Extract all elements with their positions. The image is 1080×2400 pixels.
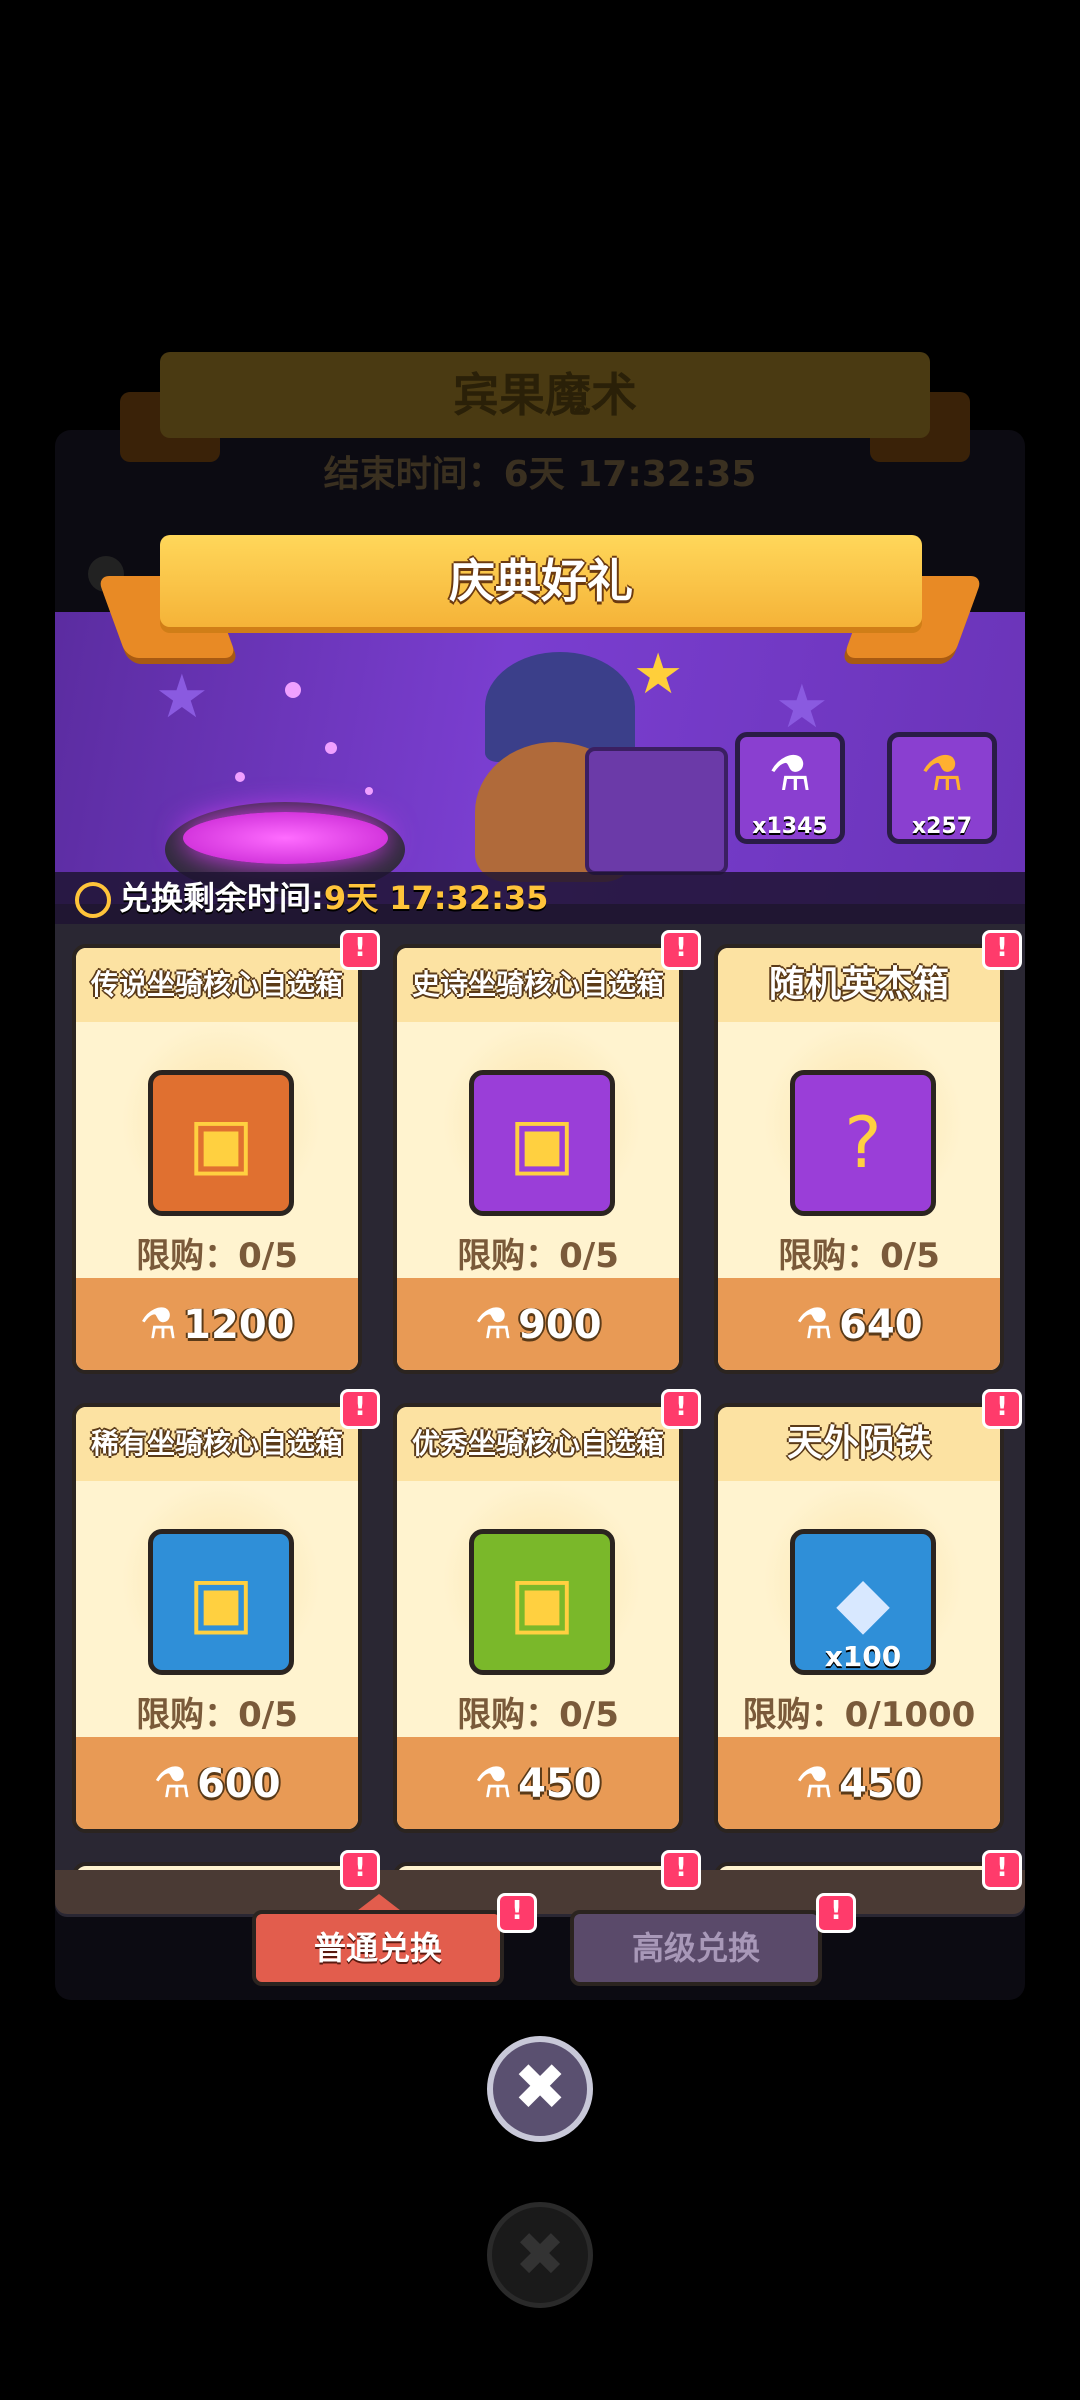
price-value: 1200 <box>183 1302 295 1348</box>
hat-star-icon: ★ <box>633 642 684 707</box>
panel-bottom-bar <box>55 1870 1025 1914</box>
meteorite-crystal-icon: ◆ x100 <box>790 1529 936 1675</box>
mystery-hero-chest-icon: ? <box>790 1070 936 1216</box>
bubble <box>235 772 245 782</box>
uncommon-chest-icon: ▣ <box>469 1529 615 1675</box>
item-name: 天外陨铁 <box>718 1407 1000 1481</box>
bubble <box>365 787 373 795</box>
item-limit: 限购：0/5 <box>136 1236 298 1276</box>
currency-purple-potion[interactable]: ⚗ x1345 <box>735 732 845 844</box>
item-name: 稀有坐骑核心自选箱 <box>76 1407 358 1481</box>
alert-badge-icon: ! <box>982 1850 1022 1890</box>
cauldron-liquid <box>183 812 388 864</box>
purple-potion-icon: ⚗ <box>768 746 812 802</box>
bubble <box>325 742 337 754</box>
alert-badge-icon: ! <box>340 930 380 970</box>
item-price-button[interactable]: ⚗ 640 <box>718 1278 1000 1370</box>
currency-orange-potion[interactable]: ⚗ x257 <box>887 732 997 844</box>
alert-badge-icon: ! <box>661 1389 701 1429</box>
item-limit: 限购：0/5 <box>136 1695 298 1735</box>
background-close-icon: ✖ <box>487 2202 593 2308</box>
shop-item-card[interactable]: 优秀坐骑核心自选箱 ▣ 限购：0/5 ⚗ 450 <box>393 1403 683 1833</box>
item-name: 史诗坐骑核心自选箱 <box>397 948 679 1022</box>
background-end-time-label: 结束时间： <box>323 454 504 495</box>
shop-item-card[interactable]: 史诗坐骑核心自选箱 ▣ 限购：0/5 ⚗ 900 <box>393 944 683 1374</box>
price-value: 600 <box>197 1761 281 1807</box>
exchange-timer: 兑换剩余时间:9天 17:32:35 <box>55 872 1025 924</box>
item-limit: 限购：0/5 <box>457 1695 619 1735</box>
alert-badge-icon: ! <box>816 1893 856 1933</box>
orange-potion-icon: ⚗ <box>920 746 964 802</box>
tab-advanced-exchange[interactable]: 高级兑换 <box>570 1910 822 1986</box>
bubble <box>285 682 301 698</box>
price-value: 450 <box>839 1761 923 1807</box>
spellbook-icon <box>585 747 728 875</box>
shop-item-card[interactable]: 随机英杰箱 ? 限购：0/5 ⚗ 640 <box>714 944 1004 1374</box>
alert-badge-icon: ! <box>497 1893 537 1933</box>
item-name: 优秀坐骑核心自选箱 <box>397 1407 679 1481</box>
price-value: 640 <box>839 1302 923 1348</box>
background-end-time-value: 6天 17:32:35 <box>503 454 757 495</box>
purple-potion-icon: ⚗ <box>153 1758 192 1807</box>
purple-potion-icon: ⚗ <box>795 1299 834 1348</box>
item-limit: 限购：0/5 <box>778 1236 940 1276</box>
item-price-button[interactable]: ⚗ 600 <box>76 1737 358 1829</box>
shop-item-card[interactable]: 稀有坐骑核心自选箱 ▣ 限购：0/5 ⚗ 600 <box>72 1403 362 1833</box>
close-button[interactable]: ✖ <box>487 2036 593 2142</box>
currency-count: x1345 <box>752 814 828 839</box>
stopwatch-icon <box>75 882 111 918</box>
purple-potion-icon: ⚗ <box>474 1299 513 1348</box>
price-value: 900 <box>518 1302 602 1348</box>
alert-badge-icon: ! <box>661 930 701 970</box>
item-price-button[interactable]: ⚗ 900 <box>397 1278 679 1370</box>
epic-chest-icon: ▣ <box>469 1070 615 1216</box>
purple-potion-icon: ⚗ <box>139 1299 178 1348</box>
alert-badge-icon: ! <box>340 1389 380 1429</box>
item-quantity: x100 <box>824 1640 902 1673</box>
currency-count: x257 <box>911 814 973 839</box>
panel-title: 庆典好礼 <box>160 535 922 627</box>
item-name: 随机英杰箱 <box>718 948 1000 1022</box>
background-end-timer: 结束时间：6天 17:32:35 <box>280 450 800 500</box>
shop-item-card[interactable]: 天外陨铁 ◆ x100 限购：0/1000 ⚗ 450 <box>714 1403 1004 1833</box>
purple-potion-icon: ⚗ <box>474 1758 513 1807</box>
rare-chest-icon: ▣ <box>148 1529 294 1675</box>
item-limit: 限购：0/5 <box>457 1236 619 1276</box>
alert-badge-icon: ! <box>340 1850 380 1890</box>
decor-star-icon: ★ <box>155 662 209 732</box>
item-limit: 限购：0/1000 <box>742 1695 976 1735</box>
tab-normal-exchange[interactable]: 普通兑换 <box>252 1910 504 1986</box>
shop-item-card[interactable]: 传说坐骑核心自选箱 ▣ 限购：0/5 ⚗ 1200 <box>72 944 362 1374</box>
price-value: 450 <box>518 1761 602 1807</box>
purple-potion-icon: ⚗ <box>795 1758 834 1807</box>
item-price-button[interactable]: ⚗ 450 <box>718 1737 1000 1829</box>
timer-value: 9天 17:32:35 <box>323 879 549 917</box>
background-event-title: 宾果魔术 <box>160 352 930 438</box>
legendary-chest-icon: ▣ <box>148 1070 294 1216</box>
alert-badge-icon: ! <box>982 930 1022 970</box>
item-name: 传说坐骑核心自选箱 <box>76 948 358 1022</box>
alert-badge-icon: ! <box>982 1389 1022 1429</box>
alert-badge-icon: ! <box>661 1850 701 1890</box>
item-price-button[interactable]: ⚗ 450 <box>397 1737 679 1829</box>
timer-label: 兑换剩余时间: <box>119 879 324 917</box>
item-price-button[interactable]: ⚗ 1200 <box>76 1278 358 1370</box>
